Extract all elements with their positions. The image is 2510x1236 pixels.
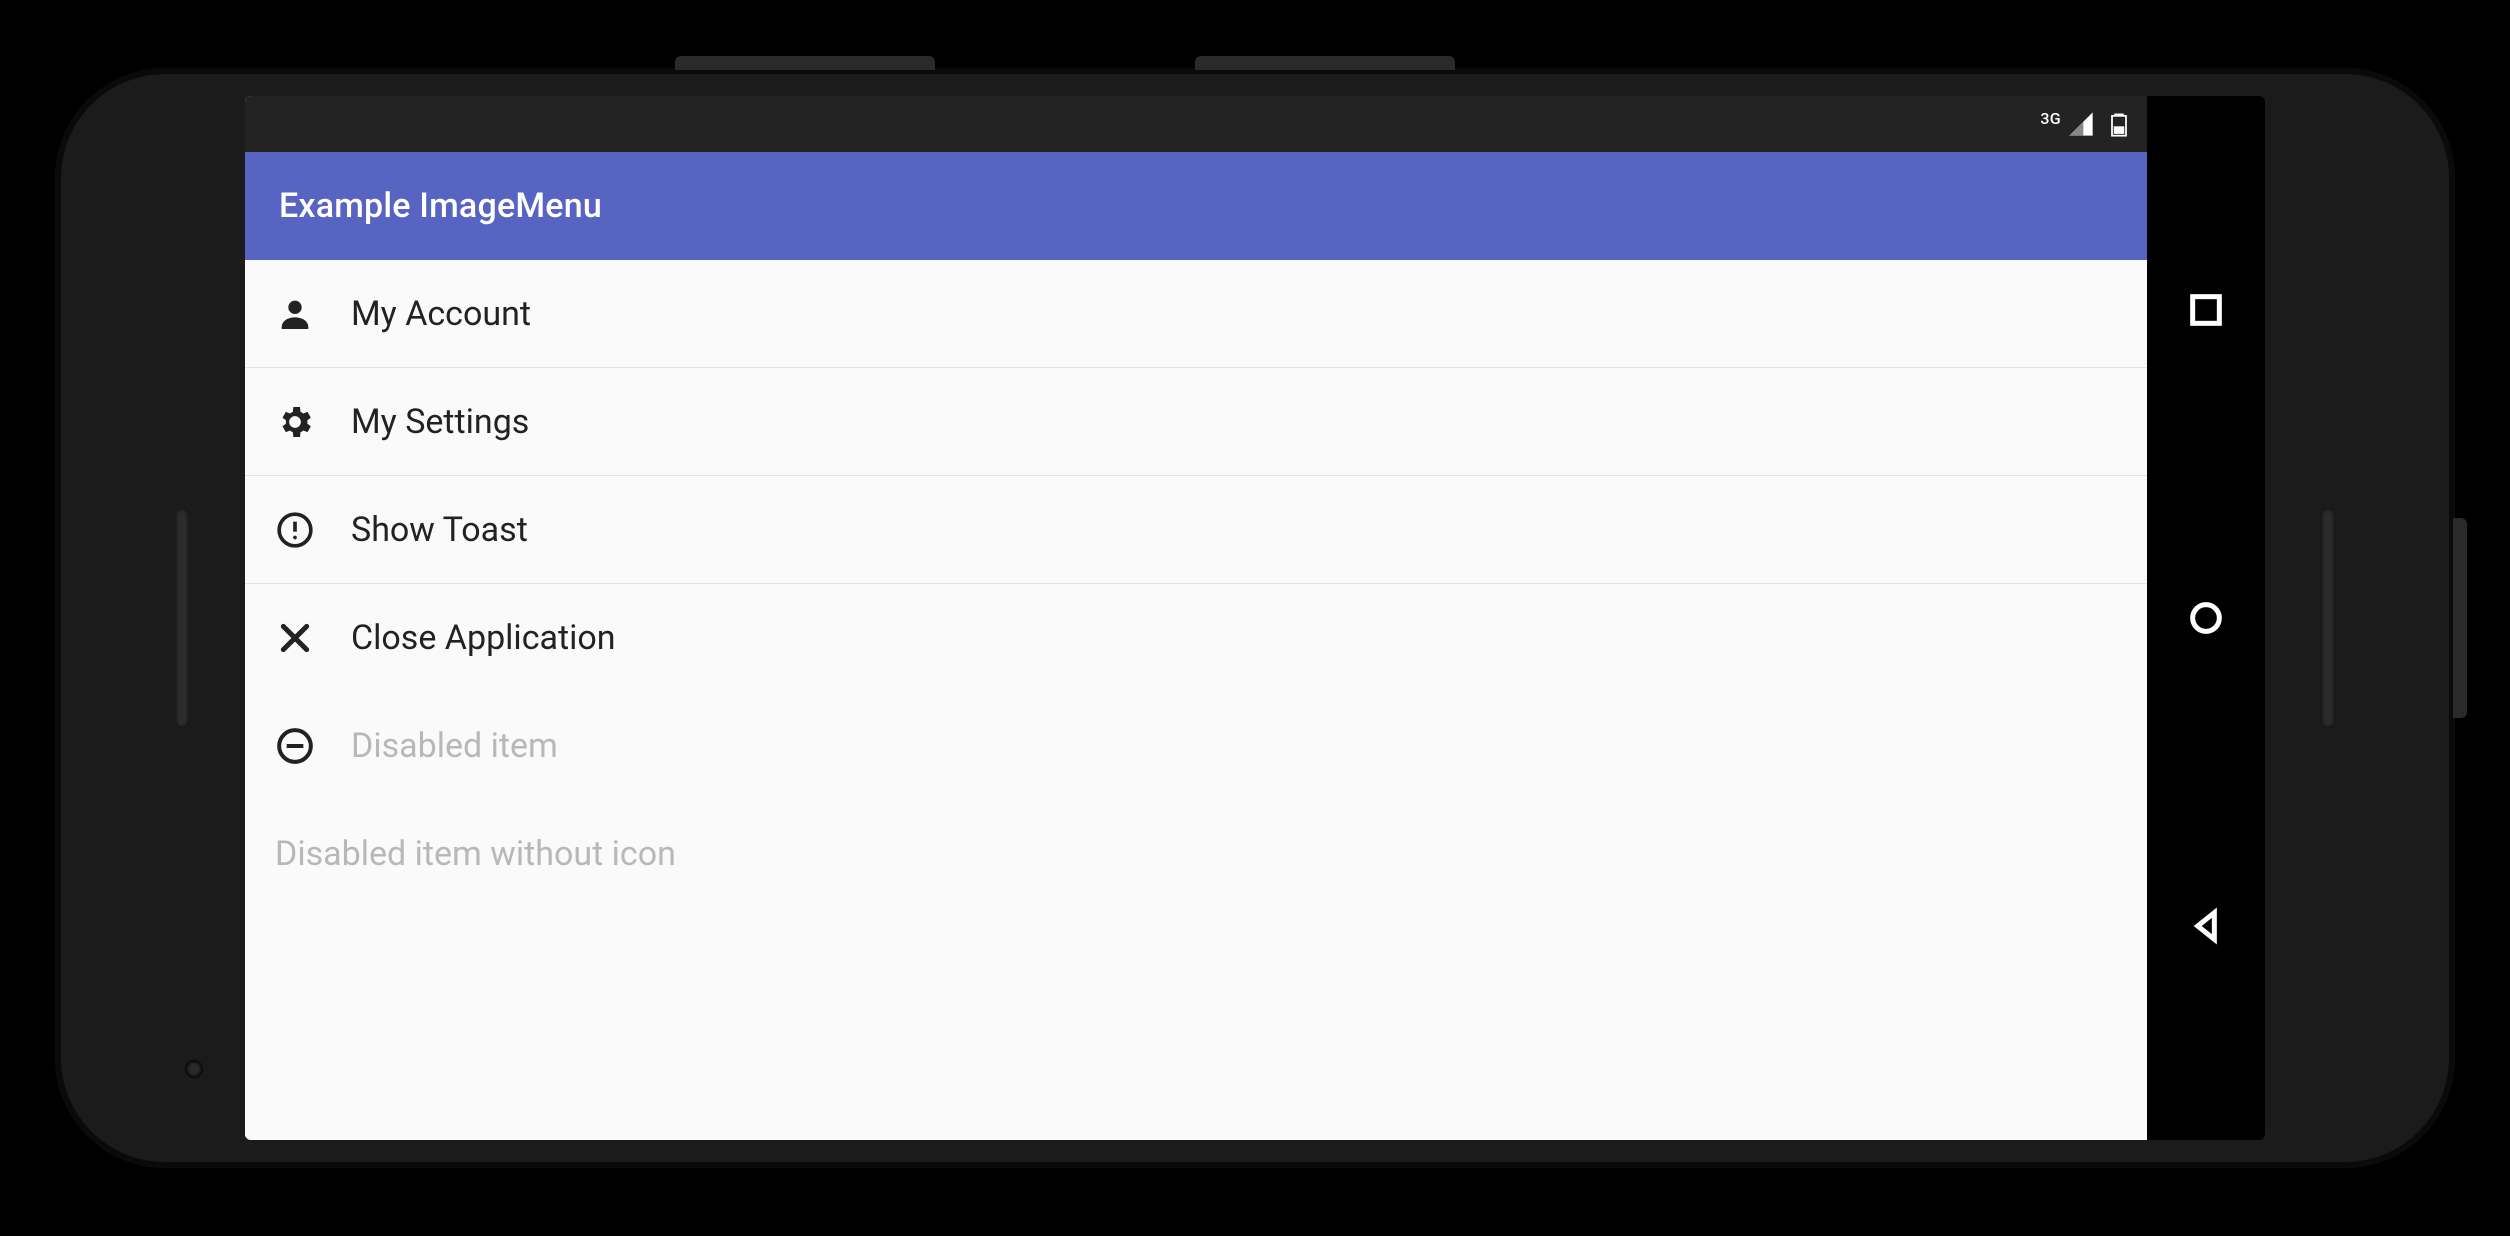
nav-back-button[interactable] <box>2184 904 2228 948</box>
menu-item-label: Close Application <box>351 618 616 658</box>
menu-item-label: My Settings <box>351 402 529 442</box>
menu-item-label: My Account <box>351 294 531 334</box>
app-bar: Example ImageMenu <box>245 152 2147 260</box>
nav-overview-button[interactable] <box>2184 288 2228 332</box>
menu-item-my-settings[interactable]: My Settings <box>245 368 2147 476</box>
menu-item-show-toast[interactable]: Show Toast <box>245 476 2147 584</box>
menu-item-label: Disabled item <box>351 726 558 766</box>
device-top-buttons <box>675 56 1455 70</box>
alert-circle-icon <box>275 510 315 550</box>
gear-icon <box>275 402 315 442</box>
signal-icon <box>2067 110 2095 138</box>
status-bar: 3G <box>245 96 2147 152</box>
app-title: Example ImageMenu <box>279 186 602 226</box>
minus-circle-icon <box>275 726 315 766</box>
network-label: 3G <box>2040 109 2061 128</box>
menu-item-disabled: Disabled item <box>245 692 2147 800</box>
nav-home-button[interactable] <box>2184 596 2228 640</box>
device-power-button <box>2453 518 2467 718</box>
device-frame: 3G Example ImageMenu My Account <box>55 68 2455 1168</box>
menu-item-close-application[interactable]: Close Application <box>245 584 2147 692</box>
device-camera <box>185 1060 203 1078</box>
battery-icon <box>2105 110 2133 138</box>
menu-list: My Account My Settings Show Toast <box>245 260 2147 1140</box>
device-speaker-right <box>2321 508 2335 728</box>
close-icon <box>275 618 315 658</box>
menu-item-disabled-no-icon: Disabled item without icon <box>245 800 2147 908</box>
menu-item-label: Show Toast <box>351 510 528 550</box>
menu-item-label: Disabled item without icon <box>275 834 676 874</box>
android-nav-bar <box>2147 96 2265 1140</box>
menu-item-my-account[interactable]: My Account <box>245 260 2147 368</box>
person-icon <box>275 294 315 334</box>
app-screen: 3G Example ImageMenu My Account <box>245 96 2147 1140</box>
device-speaker-left <box>175 508 189 728</box>
